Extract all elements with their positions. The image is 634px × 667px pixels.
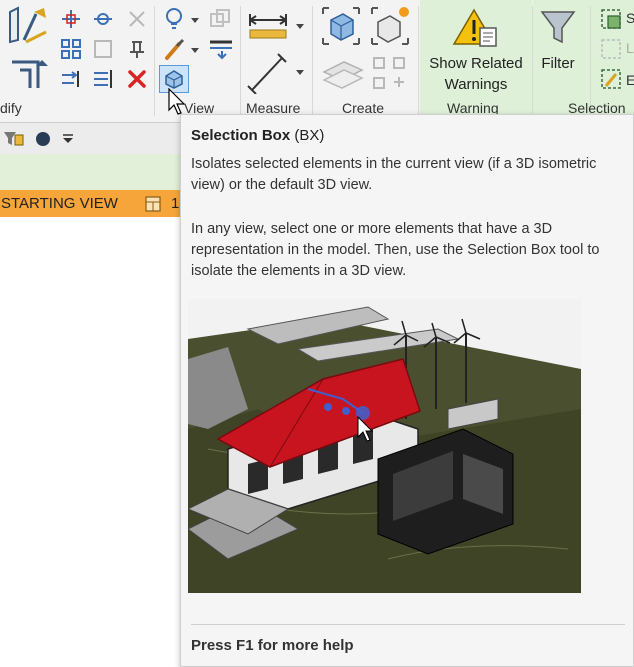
tooltip-description: Isolates selected elements in the curren… xyxy=(191,156,597,193)
load-selection-icon xyxy=(601,39,621,59)
move-icon[interactable] xyxy=(60,8,82,30)
tooltip-preview-image xyxy=(188,299,581,593)
record-circle-icon[interactable] xyxy=(34,130,52,148)
delete-icon[interactable] xyxy=(126,68,148,90)
split-gap-icon[interactable] xyxy=(92,68,114,90)
selection-partial-label-2: L xyxy=(626,40,634,56)
sheet-icon xyxy=(145,196,161,212)
tab-second-partial[interactable]: 1 xyxy=(171,195,179,212)
tooltip-title: Selection Box xyxy=(191,127,291,144)
create-assembly-icon[interactable] xyxy=(319,4,363,48)
tooltip-title-line: Selection Box (BX) xyxy=(191,127,324,144)
edit-selection-icon[interactable] xyxy=(600,68,622,90)
pin-icon[interactable] xyxy=(126,38,148,60)
show-related-warnings-button[interactable]: Show Related Warnings xyxy=(424,53,528,95)
trim-icon xyxy=(129,11,145,27)
split-icon[interactable] xyxy=(60,68,82,90)
hide-lightbulb-icon[interactable] xyxy=(163,6,203,32)
create-similar-icon xyxy=(322,61,364,89)
override-graphics-icon xyxy=(210,9,230,27)
modify-panel-label: dify xyxy=(0,100,22,116)
panel-separator xyxy=(312,6,313,116)
filter-selection-icon[interactable] xyxy=(2,129,24,149)
selection-box-tooltip: Selection Box (BX) Isolates selected ele… xyxy=(180,114,634,667)
measure-along-element-icon[interactable] xyxy=(246,50,306,94)
create-parts-icon[interactable] xyxy=(368,4,412,48)
warning-icon[interactable] xyxy=(452,8,500,48)
linework-brush-icon[interactable] xyxy=(163,38,203,62)
scale-icon xyxy=(94,40,112,58)
create-group-icon xyxy=(373,57,405,89)
array-icon[interactable] xyxy=(60,38,82,60)
filter-icon[interactable] xyxy=(540,8,576,46)
tooltip-shortcut: (BX) xyxy=(294,127,325,144)
align-icon[interactable] xyxy=(6,6,50,46)
tooltip-help-hint: Press F1 for more help xyxy=(191,637,354,654)
selection-partial-label-1: S xyxy=(626,10,634,26)
copy-icon[interactable] xyxy=(92,8,114,30)
panel-separator xyxy=(240,6,241,116)
panel-separator xyxy=(418,6,419,116)
thin-lines-icon[interactable] xyxy=(208,38,234,60)
tooltip-divider xyxy=(191,624,625,625)
save-selection-icon[interactable] xyxy=(600,8,622,30)
tooltip-instructions: In any view, select one or more elements… xyxy=(191,221,600,279)
selection-box-icon xyxy=(165,70,183,89)
filter-button[interactable]: Filter xyxy=(536,53,580,74)
measure-between-references-icon[interactable] xyxy=(246,6,306,42)
tab-starting-view[interactable]: STARTING VIEW xyxy=(1,195,118,212)
dropdown-arrow-icon[interactable] xyxy=(61,132,75,146)
panel-separator xyxy=(154,6,155,116)
selection-partial-label-3: E xyxy=(626,72,634,88)
offset-icon[interactable] xyxy=(6,52,50,92)
ribbon: dify View Measure Create Show Related Wa… xyxy=(0,0,634,122)
